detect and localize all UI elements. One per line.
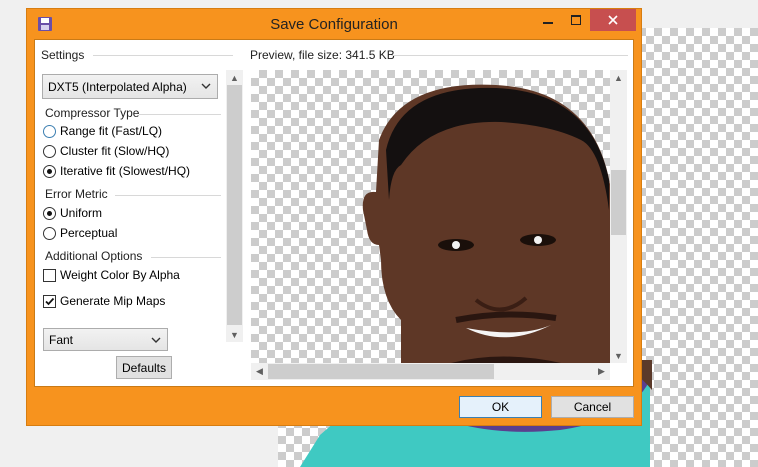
perceptual-radio[interactable]: Perceptual xyxy=(43,226,117,240)
close-button[interactable] xyxy=(590,9,636,31)
maximize-button[interactable] xyxy=(563,9,589,31)
generate-mip-maps-checkbox[interactable]: Generate Mip Maps xyxy=(43,294,165,308)
preview-image xyxy=(251,70,610,363)
radio-button-selected[interactable] xyxy=(43,164,56,178)
scrollbar-thumb[interactable] xyxy=(268,364,494,379)
title-bar[interactable]: Save Configuration xyxy=(27,9,641,39)
checkmark-icon xyxy=(45,297,55,305)
compressor-type-divider xyxy=(139,114,221,115)
iterative-fit-label: Iterative fit (Slowest/HQ) xyxy=(60,164,191,178)
error-metric-label: Error Metric xyxy=(45,187,108,201)
preview-horizontal-scrollbar[interactable]: ◀ ▶ xyxy=(251,363,610,380)
checkbox[interactable] xyxy=(43,268,56,282)
settings-label: Settings xyxy=(41,48,85,62)
radio-button[interactable] xyxy=(43,144,56,158)
mip-filter-dropdown[interactable]: Fant xyxy=(43,328,168,351)
maximize-icon xyxy=(571,15,581,25)
scrollbar-thumb[interactable] xyxy=(227,85,242,325)
scroll-up-icon[interactable]: ▲ xyxy=(226,70,243,85)
dialog-content: Settings DXT5 (Interpolated Alpha) Compr… xyxy=(34,39,634,387)
range-fit-label: Range fit (Fast/LQ) xyxy=(60,124,163,138)
preview-label: Preview, file size: 341.5 KB xyxy=(250,48,395,62)
weight-color-by-alpha-label: Weight Color By Alpha xyxy=(60,268,180,282)
minimize-button[interactable] xyxy=(535,9,561,31)
perceptual-label: Perceptual xyxy=(60,226,118,240)
scrollbar-thumb[interactable] xyxy=(611,170,626,235)
ok-button[interactable]: OK xyxy=(459,396,542,418)
radio-button[interactable] xyxy=(43,226,56,240)
uniform-label: Uniform xyxy=(60,206,103,220)
scroll-left-icon[interactable]: ◀ xyxy=(251,364,268,379)
range-fit-radio[interactable]: Range fit (Fast/LQ) xyxy=(43,124,162,138)
preview-vertical-scrollbar[interactable]: ▲ ▼ xyxy=(610,70,627,363)
generate-mip-maps-label: Generate Mip Maps xyxy=(60,294,166,308)
cluster-fit-radio[interactable]: Cluster fit (Slow/HQ) xyxy=(43,144,169,158)
format-dropdown[interactable]: DXT5 (Interpolated Alpha) xyxy=(42,74,218,99)
scroll-right-icon[interactable]: ▶ xyxy=(593,364,610,379)
preview-divider xyxy=(392,55,628,56)
radio-button-selected[interactable] xyxy=(43,206,56,220)
additional-options-label: Additional Options xyxy=(45,249,143,263)
preview-portrait xyxy=(362,84,610,363)
radio-button[interactable] xyxy=(43,124,56,138)
compressor-type-label: Compressor Type xyxy=(45,106,140,120)
weight-color-by-alpha-checkbox[interactable]: Weight Color By Alpha xyxy=(43,268,180,282)
iterative-fit-radio[interactable]: Iterative fit (Slowest/HQ) xyxy=(43,164,190,178)
error-metric-divider xyxy=(115,195,221,196)
cancel-button[interactable]: Cancel xyxy=(551,396,634,418)
scroll-up-icon[interactable]: ▲ xyxy=(610,70,627,85)
chevron-down-icon xyxy=(151,337,161,343)
scroll-down-icon[interactable]: ▼ xyxy=(226,327,243,342)
defaults-button[interactable]: Defaults xyxy=(116,356,172,379)
uniform-radio[interactable]: Uniform xyxy=(43,206,102,220)
minimize-icon xyxy=(543,22,553,24)
checkbox-checked[interactable] xyxy=(43,294,56,308)
additional-options-divider xyxy=(151,257,221,258)
format-dropdown-value: DXT5 (Interpolated Alpha) xyxy=(48,79,187,94)
chevron-down-icon xyxy=(201,83,211,89)
mip-filter-value: Fant xyxy=(49,332,74,347)
cluster-fit-label: Cluster fit (Slow/HQ) xyxy=(60,144,170,158)
scroll-down-icon[interactable]: ▼ xyxy=(610,348,627,363)
close-icon xyxy=(608,15,618,25)
settings-divider xyxy=(93,55,233,56)
settings-scrollbar[interactable]: ▲ ▼ xyxy=(226,70,243,342)
save-configuration-dialog: Save Configuration Settings DXT5 (Interp… xyxy=(26,8,642,426)
